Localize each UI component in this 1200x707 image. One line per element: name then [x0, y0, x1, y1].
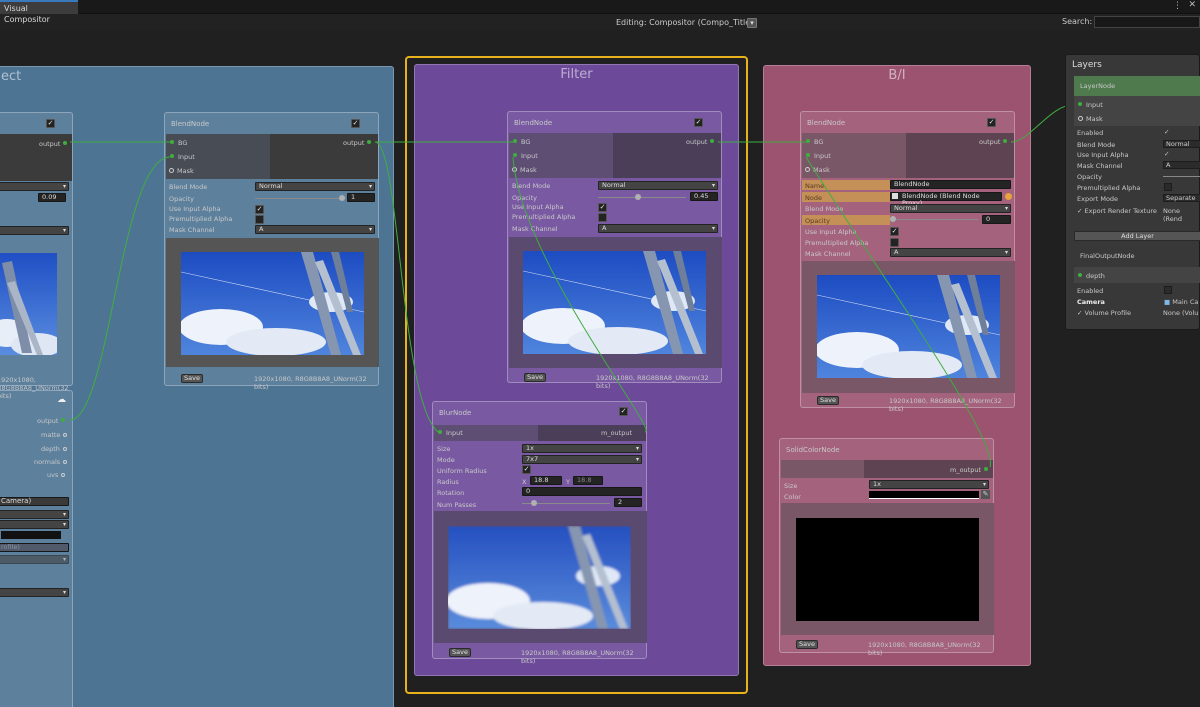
layer-input-port[interactable]: Input: [1078, 101, 1103, 109]
wire-solid-blend3: [805, 156, 991, 468]
layer-mask-channel-label: Mask Channel: [1077, 162, 1123, 170]
volume-profile-row[interactable]: ✓ Volume Profile: [1077, 309, 1131, 317]
layer-export-render-value[interactable]: None (Rend: [1163, 207, 1199, 223]
layer-node-title: LayerNode: [1080, 82, 1116, 90]
camera-label: Camera: [1077, 298, 1105, 306]
layer-mask-channel-dropdown[interactable]: A: [1163, 161, 1200, 169]
layer-use-input-alpha-label: Use Input Alpha: [1077, 151, 1129, 159]
wire-left2-blend1: [69, 156, 171, 421]
layer-blend-mode-dropdown[interactable]: Normal: [1163, 140, 1200, 148]
layer-premultiplied-label: Premultiplied Alpha: [1077, 184, 1141, 192]
layer-mask-port[interactable]: Mask: [1078, 115, 1103, 123]
final-enabled-label: Enabled: [1077, 287, 1104, 295]
layers-panel[interactable]: Layers LayerNode Input Mask Enabled ✓ Bl…: [1065, 54, 1200, 330]
depth-port[interactable]: depth: [1078, 272, 1105, 280]
volume-profile-value[interactable]: None (Volu: [1163, 309, 1198, 317]
final-output-title: FinalOutputNode: [1080, 252, 1135, 260]
layer-blend-mode-label: Blend Mode: [1077, 141, 1116, 149]
camera-field[interactable]: ■ Main Ca: [1164, 298, 1198, 306]
layer-opacity-label: Opacity: [1077, 173, 1103, 181]
layer-enabled-check[interactable]: ✓: [1164, 128, 1169, 136]
add-layer-button[interactable]: Add Layer: [1074, 231, 1200, 241]
layer-use-input-alpha-check[interactable]: ✓: [1164, 150, 1169, 158]
wire-blur-blend2: [512, 156, 647, 433]
layer-export-mode-label: Export Mode: [1077, 195, 1119, 203]
layer-premultiplied-check[interactable]: [1164, 183, 1172, 191]
layer-export-render-row[interactable]: ✓ Export Render Texture: [1077, 207, 1157, 215]
final-enabled-check[interactable]: [1164, 286, 1172, 294]
wire-blend1-blur: [374, 141, 439, 433]
layer-opacity-slider[interactable]: [1163, 176, 1200, 177]
connection-wires: [69, 103, 1077, 468]
layer-export-mode-dropdown[interactable]: Separate: [1163, 194, 1200, 202]
layers-title: Layers: [1072, 60, 1102, 70]
layer-enabled-label: Enabled: [1077, 129, 1104, 137]
